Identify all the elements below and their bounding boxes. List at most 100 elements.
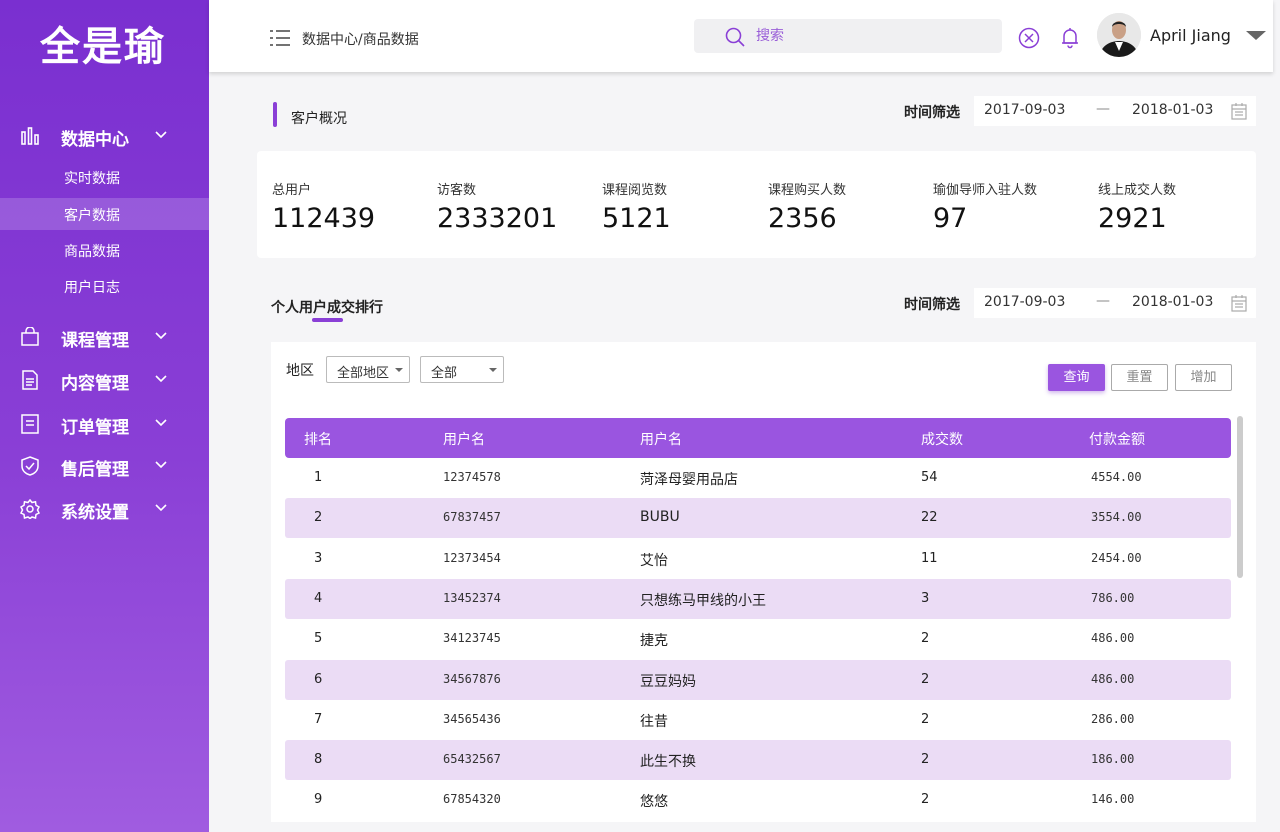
- nav-group-after-sales[interactable]: 售后管理: [0, 448, 209, 484]
- cell-user-id: 34565436: [443, 711, 501, 726]
- calendar-icon[interactable]: [1231, 294, 1247, 312]
- close-circle-icon[interactable]: [1018, 27, 1040, 49]
- sidebar-item-customer[interactable]: 客户数据: [0, 198, 209, 230]
- date-range-picker[interactable]: 2017-09-03 — 2018-01-03: [974, 96, 1256, 126]
- table-header: 排名 用户名 用户名 成交数 付款金额: [285, 418, 1231, 458]
- stat-value: 2333201: [437, 203, 558, 234]
- top-bar: 数据中心/商品数据 April Jiang: [209, 0, 1273, 72]
- nav-label: 内容管理: [61, 374, 129, 394]
- date-start[interactable]: 2017-09-03: [984, 294, 1065, 310]
- document-icon: [22, 370, 38, 390]
- cell-amount: 3554.00: [1091, 510, 1142, 525]
- breadcrumb[interactable]: 数据中心/商品数据: [302, 29, 419, 49]
- cell-rank: 8: [314, 752, 323, 768]
- sidebar-item-label: 客户数据: [64, 208, 120, 224]
- table-row[interactable]: 8 65432567 此生不换 2 186.00: [285, 740, 1231, 781]
- cell-user-name: 往昔: [640, 713, 668, 730]
- cell-deal-count: 2: [921, 711, 930, 727]
- sidebar-item-label: 商品数据: [64, 244, 120, 260]
- sidebar-item-realtime[interactable]: 实时数据: [0, 161, 209, 193]
- caret-down-icon[interactable]: [1246, 31, 1266, 40]
- stat-label: 课程购买人数: [768, 183, 847, 198]
- chevron-down-icon: [155, 332, 167, 340]
- date-end[interactable]: 2018-01-03: [1132, 102, 1213, 118]
- table-row[interactable]: 2 67837457 BUBU 22 3554.00: [285, 498, 1231, 539]
- sidebar: 全是瑜 数据中心 实时数据 客户数据 商品数据 用户日志 课程管理 内容管理 订…: [0, 0, 209, 832]
- column-header[interactable]: 用户名: [443, 429, 485, 449]
- calendar-icon[interactable]: [1231, 102, 1247, 120]
- chevron-down-icon: [155, 419, 167, 427]
- table-row[interactable]: 6 34567876 豆豆妈妈 2 486.00: [285, 659, 1231, 700]
- stat-label: 线上成交人数: [1098, 183, 1177, 198]
- avatar-portrait: [1097, 13, 1141, 57]
- overview-title: 客户概况: [291, 111, 347, 127]
- table-row[interactable]: 3 12373454 艾怡 11 2454.00: [285, 539, 1231, 579]
- cell-rank: 5: [314, 631, 323, 647]
- sidebar-item-label: 实时数据: [64, 171, 120, 187]
- nav-group-settings[interactable]: 系统设置: [0, 491, 209, 527]
- nav-group-data-center[interactable]: 数据中心: [0, 118, 209, 154]
- tab-user-ranking[interactable]: 个人用户成交排行: [271, 297, 383, 317]
- cell-amount: 486.00: [1091, 671, 1135, 686]
- cell-amount: 786.00: [1091, 590, 1135, 605]
- date-end[interactable]: 2018-01-03: [1132, 294, 1213, 310]
- cell-user-id: 12373454: [443, 550, 501, 565]
- order-list-icon: [21, 414, 39, 434]
- cell-user-id: 34123745: [443, 631, 501, 646]
- table-row[interactable]: 4 13452374 只想练马甲线的小王 3 786.00: [285, 578, 1231, 619]
- cell-user-name: 悠悠: [640, 794, 668, 811]
- menu-icon[interactable]: [270, 29, 290, 47]
- nav-label: 数据中心: [61, 130, 129, 150]
- table-row[interactable]: 9 67854320 悠悠 2 146.00: [285, 780, 1231, 820]
- cell-deal-count: 22: [921, 510, 938, 526]
- stat-label: 访客数: [437, 183, 477, 198]
- region-select[interactable]: 全部地区: [326, 356, 410, 383]
- sidebar-item-log[interactable]: 用户日志: [0, 270, 209, 302]
- cell-user-name: 艾怡: [640, 552, 668, 569]
- scrollbar[interactable]: [1237, 416, 1243, 578]
- avatar[interactable]: [1097, 13, 1141, 57]
- cell-user-id: 13452374: [443, 590, 501, 605]
- username[interactable]: April Jiang: [1150, 26, 1231, 45]
- cell-user-id: 34567876: [443, 671, 501, 686]
- cell-deal-count: 54: [921, 470, 938, 485]
- cell-rank: 1: [314, 470, 323, 485]
- search-input[interactable]: [756, 26, 976, 46]
- table-row[interactable]: 5 34123745 捷克 2 486.00: [285, 619, 1231, 659]
- reset-button[interactable]: 重置: [1111, 364, 1168, 391]
- table-row[interactable]: 1 12374578 菏泽母婴用品店 54 4554.00: [285, 458, 1231, 498]
- column-header[interactable]: 成交数: [921, 429, 963, 449]
- stat-label: 总用户: [272, 183, 312, 198]
- stat-label: 课程阅览数: [602, 183, 668, 198]
- time-filter-label: 时间筛选: [904, 105, 960, 121]
- bell-icon[interactable]: [1059, 27, 1081, 49]
- stat-value: 97: [933, 203, 968, 234]
- date-start[interactable]: 2017-09-03: [984, 102, 1065, 118]
- column-header[interactable]: 用户名: [640, 429, 682, 449]
- cell-user-name: 菏泽母婴用品店: [640, 472, 738, 488]
- gear-icon: [20, 499, 40, 519]
- nav-group-content[interactable]: 内容管理: [0, 362, 209, 398]
- nav-group-order[interactable]: 订单管理: [0, 406, 209, 442]
- column-header[interactable]: 付款金额: [1089, 429, 1145, 449]
- query-button[interactable]: 查询: [1048, 364, 1105, 391]
- chevron-down-icon: [155, 504, 167, 512]
- cell-rank: 4: [314, 590, 323, 606]
- search-box[interactable]: [694, 19, 1002, 53]
- search-icon[interactable]: [725, 27, 745, 47]
- time-filter-label: 时间筛选: [904, 297, 960, 313]
- table-row[interactable]: 7 34565436 往昔 2 286.00: [285, 700, 1231, 740]
- cell-deal-count: 2: [921, 671, 930, 687]
- column-header[interactable]: 排名: [304, 429, 332, 449]
- cell-user-name: 此生不换: [640, 754, 696, 771]
- cell-deal-count: 3: [921, 590, 930, 606]
- sidebar-item-product[interactable]: 商品数据: [0, 234, 209, 266]
- caret-down-icon: [395, 368, 403, 372]
- nav-group-course[interactable]: 课程管理: [0, 319, 209, 355]
- date-range-picker[interactable]: 2017-09-03 — 2018-01-03: [974, 288, 1256, 318]
- app-logo[interactable]: 全是瑜: [40, 14, 166, 72]
- cell-amount: 2454.00: [1091, 550, 1142, 565]
- type-select[interactable]: 全部: [420, 356, 504, 383]
- shield-icon: [21, 456, 39, 476]
- add-button[interactable]: 增加: [1175, 364, 1232, 391]
